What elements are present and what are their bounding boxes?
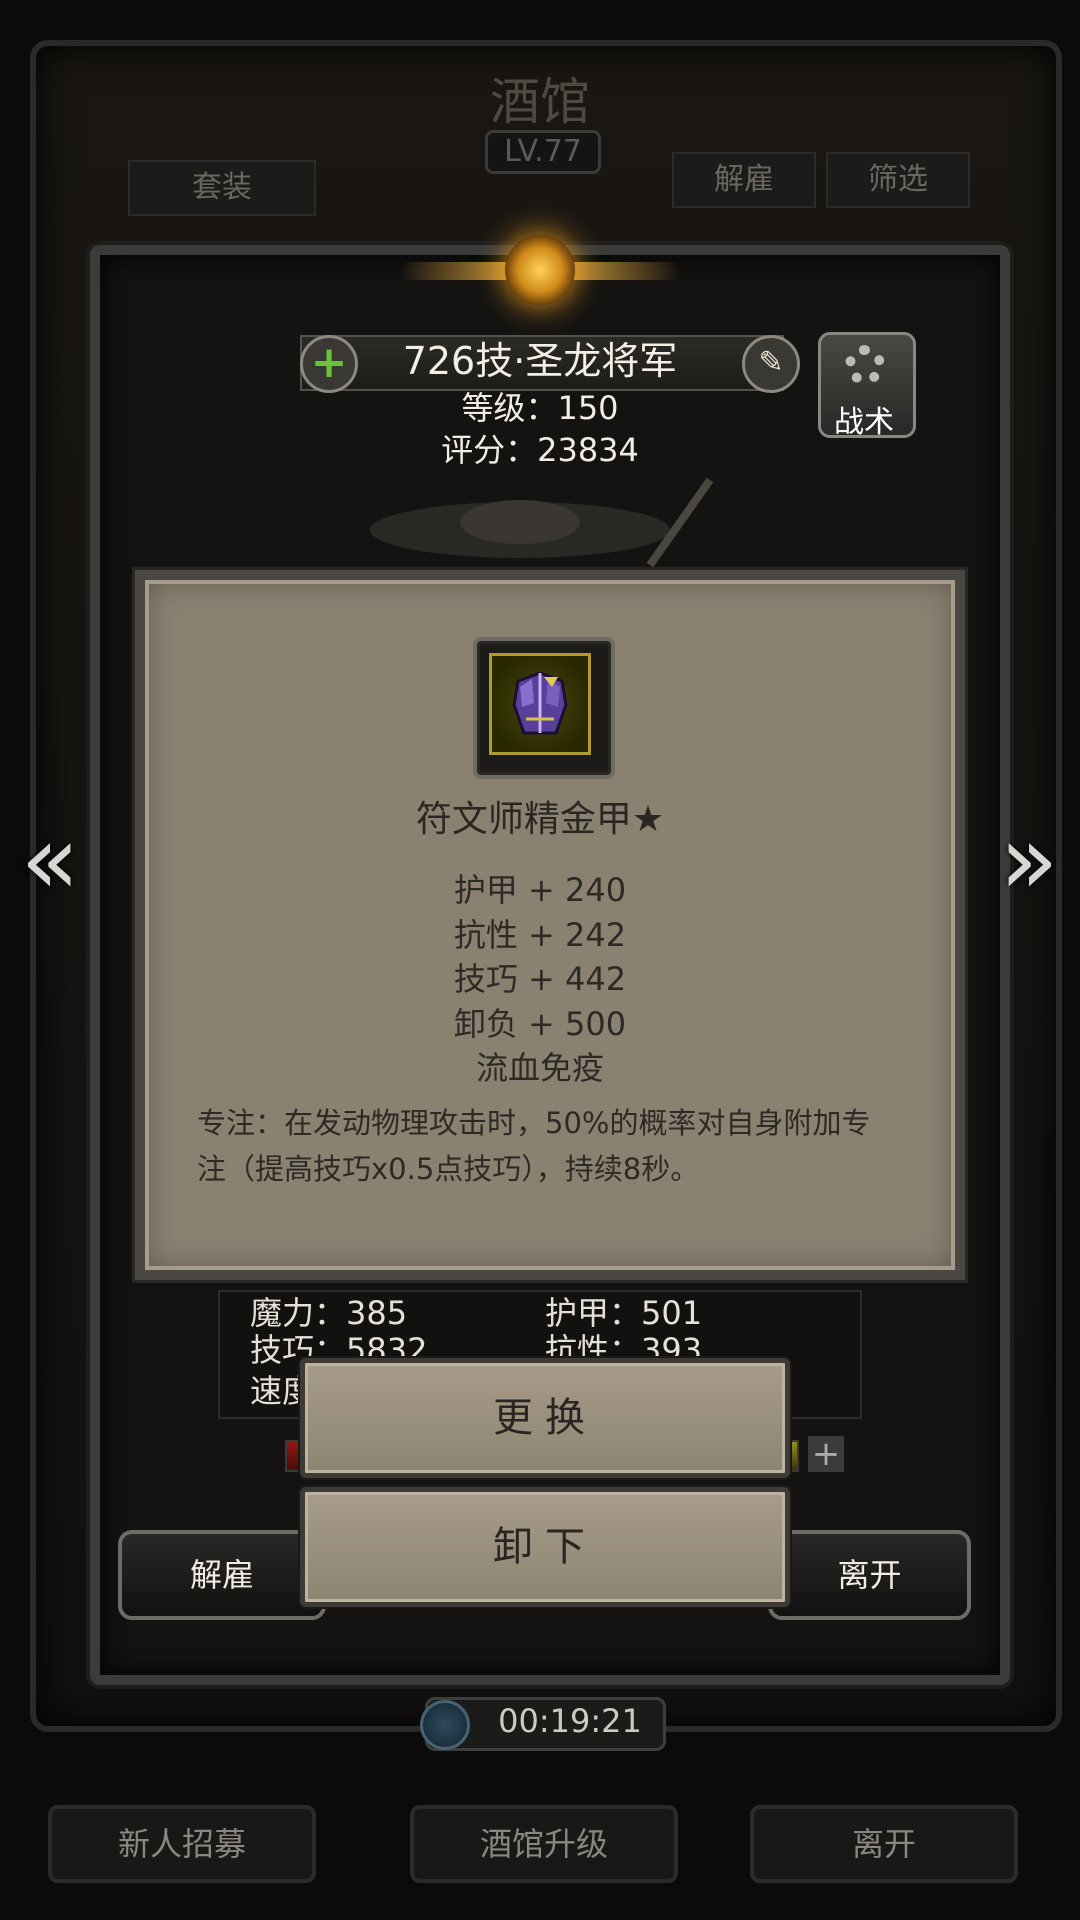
item-attribute: 卸负 + 500 — [453, 1005, 627, 1043]
hero-level: 等级：150 — [461, 389, 619, 427]
item-attribute: 抗性 + 242 — [453, 916, 627, 954]
item-name: 符文师精金甲★ — [415, 799, 665, 840]
clock-icon — [420, 1700, 470, 1750]
item-attribute: 流血免疫 — [475, 1049, 604, 1087]
tactics-label: 战术 — [834, 405, 894, 440]
unequip-button[interactable]: 卸下 — [300, 1487, 790, 1607]
next-arrow-icon[interactable]: » — [994, 810, 1064, 910]
hero-portrait — [370, 477, 714, 568]
set-button[interactable]: 套装 — [128, 160, 316, 216]
timer-text: 00:19:21 — [498, 1702, 642, 1740]
armor-icon — [512, 671, 568, 735]
item-attribute: 技巧 + 442 — [453, 960, 627, 998]
tavern-upgrade-button[interactable]: 酒馆升级 — [410, 1805, 678, 1883]
replace-button[interactable]: 更换 — [300, 1358, 790, 1478]
hero-score: 评分：23834 — [441, 431, 639, 469]
prev-arrow-icon[interactable]: « — [15, 810, 85, 910]
hero-name: 726技·圣龙将军 — [402, 339, 678, 383]
hero-dismiss-button[interactable]: 解雇 — [118, 1530, 326, 1620]
small-plus-icon[interactable]: + — [808, 1436, 844, 1472]
gear-icon — [845, 345, 885, 385]
tavern-dismiss-button[interactable]: 解雇 — [672, 152, 816, 208]
item-attribute: 护甲 + 240 — [453, 871, 627, 909]
hero-leave-button[interactable]: 离开 — [768, 1530, 971, 1620]
tavern-level-badge: LV.77 — [485, 130, 601, 174]
filter-button[interactable]: 筛选 — [826, 152, 970, 208]
tavern-leave-button[interactable]: 离开 — [750, 1805, 1018, 1883]
item-description: 专注：在发动物理攻击时，50%的概率对自身附加专注（提高技巧x0.5点技巧），持… — [197, 1106, 871, 1186]
recruit-button[interactable]: 新人招募 — [48, 1805, 316, 1883]
emblem-icon — [505, 235, 575, 305]
tavern-title: 酒馆 — [490, 73, 590, 131]
